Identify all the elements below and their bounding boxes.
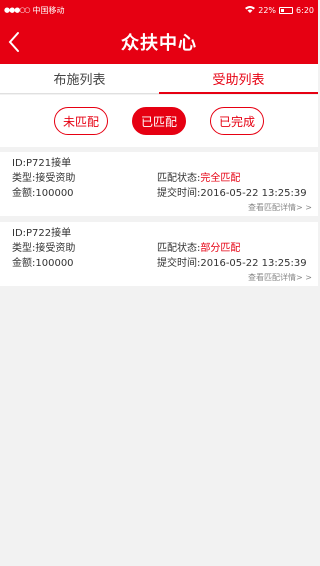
status-label: 匹配状态: (157, 243, 201, 254)
record-list: ID:P721接单 类型:接受资助 匹配状态:完全匹配 金额:100000 提交… (0, 152, 318, 292)
tab-bar: 布施列表 受助列表 (0, 64, 318, 94)
clock-time: 6:20 (296, 5, 314, 15)
record-submitted-time: 提交时间:2016-05-22 13:25:39 (157, 188, 307, 199)
nav-bar: 众扶中心 (0, 20, 318, 64)
record-status: 匹配状态:完全匹配 (157, 169, 240, 184)
record-submitted-time: 提交时间:2016-05-22 13:25:39 (157, 258, 307, 269)
carrier-label: 中国移动 (32, 5, 65, 15)
battery-icon (279, 6, 294, 14)
filter-bar: 未匹配 已匹配 已完成 (0, 95, 318, 147)
status-label: 匹配状态: (157, 173, 201, 184)
wifi-icon (245, 5, 256, 15)
status-bar: ●●●○○ 中国移动 22% 6:20 (0, 0, 318, 20)
status-value: 部分匹配 (200, 243, 241, 254)
record-amount: 金额:100000 (12, 258, 74, 269)
filter-matched-button[interactable]: 已匹配 (132, 107, 186, 135)
record-type: 类型:接受资助 (12, 173, 76, 184)
tab-donation-list[interactable]: 布施列表 (0, 64, 159, 93)
filter-completed-button[interactable]: 已完成 (210, 107, 264, 135)
list-item: ID:P721接单 类型:接受资助 匹配状态:完全匹配 金额:100000 提交… (0, 152, 318, 216)
record-id: ID:P722接单 (12, 228, 72, 239)
status-left: ●●●○○ 中国移动 (4, 5, 65, 16)
tab-assistance-list[interactable]: 受助列表 (159, 64, 318, 94)
page-title: 众扶中心 (121, 33, 197, 54)
view-match-details-link[interactable]: 查看匹配详情> > (0, 199, 318, 216)
filter-unmatched-button[interactable]: 未匹配 (54, 107, 108, 135)
back-button[interactable] (6, 30, 24, 54)
record-amount: 金额:100000 (12, 188, 74, 199)
view-match-details-link[interactable]: 查看匹配详情> > (0, 269, 318, 286)
battery-percent: 22% (258, 5, 277, 15)
status-value: 完全匹配 (200, 173, 241, 184)
chevron-left-icon (8, 32, 19, 52)
status-right: 22% 6:20 (245, 5, 314, 15)
record-id: ID:P721接单 (12, 158, 72, 169)
list-item: ID:P722接单 类型:接受资助 匹配状态:部分匹配 金额:100000 提交… (0, 222, 318, 286)
record-status: 匹配状态:部分匹配 (157, 239, 240, 254)
record-type: 类型:接受资助 (12, 243, 76, 254)
signal-icon: ●●●○○ (4, 6, 31, 14)
